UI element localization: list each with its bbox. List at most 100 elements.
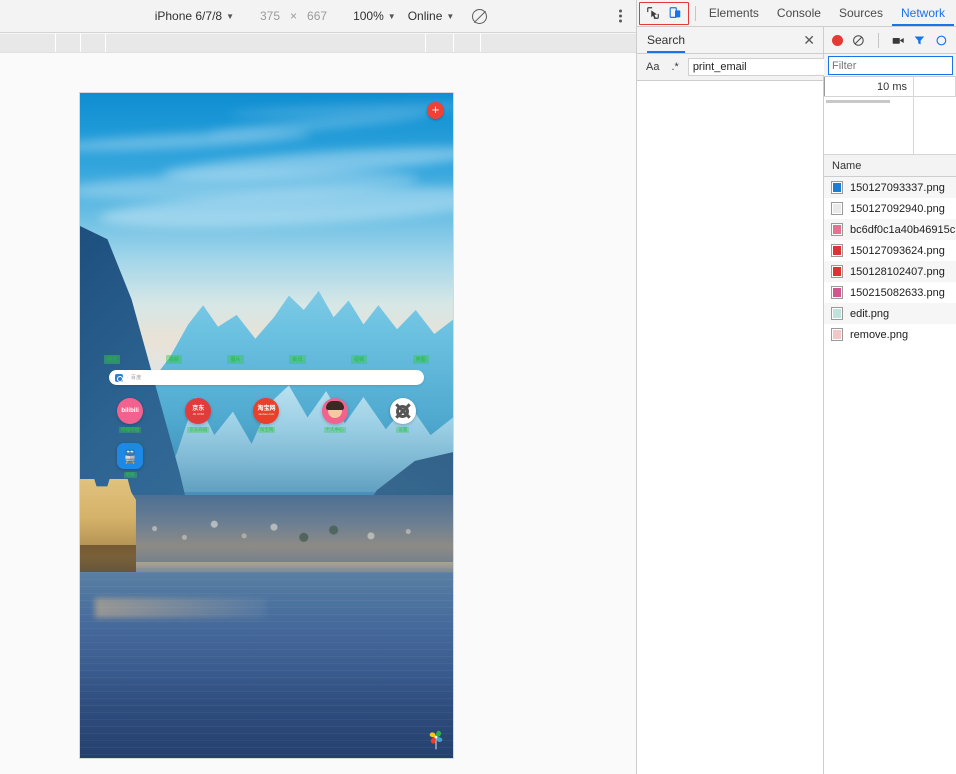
- ruler-tick: [80, 33, 81, 52]
- app-shortcut-grid: bilibili 哔哩哔哩 京东 JD.COM 京东商城 淘宝网 taobao.…: [96, 398, 437, 478]
- tab-console[interactable]: Console: [768, 0, 830, 26]
- devtools-window: iPhone 6/7/8 ▼ 375 × 667 100% ▼ Online ▼: [0, 0, 956, 774]
- kebab-dot: [619, 14, 622, 18]
- app-shortcut-label: 哔哩哔哩: [119, 427, 142, 433]
- zoom-selector-label: 100%: [353, 9, 384, 23]
- add-shortcut-button[interactable]: +: [427, 102, 444, 119]
- request-name: 150127092940.png: [850, 202, 945, 215]
- table-row[interactable]: 150128102407.png: [824, 261, 956, 282]
- request-name: edit.png: [850, 307, 890, 320]
- filter-funnel-icon[interactable]: [913, 33, 926, 48]
- device-selector[interactable]: iPhone 6/7/8 ▼: [149, 7, 240, 25]
- overview-time-label: 10 ms: [824, 77, 914, 96]
- app-shortcut-taobao[interactable]: 淘宝网 taobao.com 淘宝网: [232, 398, 300, 433]
- app-shortcut-metro[interactable]: 🚆 地铁: [96, 443, 164, 478]
- clear-network-icon[interactable]: [852, 33, 865, 48]
- network-request-list[interactable]: 150127093337.png 150127092940.png bc6df0…: [824, 177, 956, 774]
- timeline-right-region: [914, 97, 956, 154]
- search-panel: Search ✕ Aa .*: [637, 27, 883, 774]
- table-row[interactable]: 150127093624.png: [824, 240, 956, 261]
- bilibili-icon: bilibili: [117, 398, 144, 424]
- network-filter-input[interactable]: [828, 56, 953, 75]
- taobao-icon-text: 淘宝网 taobao.com: [257, 406, 275, 416]
- viewport-area: + 网页 视频 图片 资讯 视频 地图 · 百度 bilibili 哔哩哔哩 京…: [0, 53, 636, 774]
- app-shortcut-label: 京东商城: [187, 427, 210, 433]
- app-shortcut-label: 淘宝网: [257, 427, 276, 433]
- category-chip[interactable]: 视频: [165, 355, 183, 364]
- tab-search[interactable]: Search: [647, 27, 686, 53]
- category-chip[interactable]: 地图: [412, 355, 429, 364]
- request-name: 150127093337.png: [850, 181, 945, 194]
- search-query-input[interactable]: [687, 58, 840, 76]
- regex-button[interactable]: .*: [668, 60, 681, 74]
- rotate-icon[interactable]: [472, 8, 488, 24]
- ruler-tick: [105, 33, 106, 52]
- category-chip[interactable]: 资讯: [289, 355, 306, 364]
- app-shortcut-jd[interactable]: 京东 JD.COM 京东商城: [164, 398, 232, 433]
- inspect-toolbar-group: [639, 1, 689, 25]
- devtools-split: Search ✕ Aa .* print_email Filter 10 ms …: [637, 27, 956, 774]
- viewport-width-input[interactable]: 375: [254, 7, 286, 25]
- app-shortcut-profile[interactable]: 个人中心: [301, 398, 369, 433]
- chevron-down-icon: ▼: [446, 12, 455, 21]
- tab-sources[interactable]: Sources: [830, 0, 892, 26]
- app-shortcut-label: 地铁: [123, 472, 137, 478]
- resource-thumbnail-icon: [831, 202, 843, 215]
- resource-thumbnail-icon: [831, 265, 843, 278]
- timeline-activity-bar: [826, 100, 890, 103]
- avatar-face-icon: [325, 401, 344, 418]
- search-results-list[interactable]: [637, 81, 823, 774]
- device-toolbar-controls: iPhone 6/7/8 ▼ 375 × 667 100% ▼ Online ▼: [149, 7, 488, 25]
- category-chip[interactable]: 视频: [350, 355, 368, 364]
- app-shortcut-label: 个人中心: [323, 427, 346, 433]
- jd-icon: 京东 JD.COM: [185, 398, 212, 424]
- request-name: 150127093624.png: [850, 244, 945, 257]
- record-button-icon[interactable]: [832, 34, 843, 46]
- table-row[interactable]: 150127093337.png: [824, 177, 956, 198]
- device-viewport[interactable]: + 网页 视频 图片 资讯 视频 地图 · 百度 bilibili 哔哩哔哩 京…: [79, 92, 454, 759]
- inspect-element-icon[interactable]: [643, 4, 663, 23]
- device-emulation-pane: iPhone 6/7/8 ▼ 375 × 667 100% ▼ Online ▼: [0, 0, 637, 774]
- avatar: [321, 398, 348, 424]
- table-row[interactable]: remove.png: [824, 324, 956, 345]
- overview-time-cell: [914, 77, 956, 96]
- viewport-ruler[interactable]: [0, 33, 636, 53]
- taobao-icon-main: 淘宝网: [257, 405, 276, 412]
- chevron-down-icon: ▼: [387, 12, 396, 21]
- table-row[interactable]: edit.png: [824, 303, 956, 324]
- tab-network[interactable]: Network: [891, 0, 954, 26]
- devtools-tabbar: Elements Console Sources Network: [637, 0, 956, 27]
- viewport-height-input[interactable]: 667: [301, 7, 333, 25]
- table-row[interactable]: 150127092940.png: [824, 198, 956, 219]
- category-chip[interactable]: 图片: [227, 355, 244, 364]
- network-column-header[interactable]: Name: [824, 155, 956, 177]
- more-options-icon[interactable]: [615, 6, 626, 27]
- network-timeline[interactable]: [824, 97, 956, 155]
- close-icon[interactable]: ✕: [795, 33, 823, 47]
- metro-icon: 🚆: [117, 443, 144, 469]
- search-input[interactable]: · 百度: [109, 370, 424, 385]
- toggle-device-toolbar-icon[interactable]: [665, 4, 685, 23]
- zoom-selector[interactable]: 100% ▼: [347, 7, 402, 25]
- resource-thumbnail-icon: [831, 307, 843, 320]
- request-name: 150128102407.png: [850, 265, 945, 278]
- table-row[interactable]: bc6df0c1a40b46915c: [824, 219, 956, 240]
- table-row[interactable]: 150215082633.png: [824, 282, 956, 303]
- category-chip[interactable]: 网页: [104, 355, 121, 364]
- search-panel-tabbar: Search ✕: [637, 27, 823, 54]
- app-shortcut-settings[interactable]: 设置: [369, 398, 437, 433]
- pinwheel-logo-icon[interactable]: [427, 728, 445, 750]
- gear-icon[interactable]: [935, 33, 948, 48]
- tab-elements[interactable]: Elements: [700, 0, 768, 26]
- ruler-tick: [480, 33, 481, 52]
- ruler-tick: [55, 33, 56, 52]
- resource-thumbnail-icon: [831, 244, 843, 257]
- throttling-selector[interactable]: Online ▼: [402, 7, 461, 25]
- camera-icon[interactable]: [892, 34, 905, 47]
- devtools-pane: Elements Console Sources Network Search …: [637, 0, 956, 774]
- app-shortcut-bilibili[interactable]: bilibili 哔哩哔哩: [96, 398, 164, 433]
- gear-shape: [396, 404, 410, 418]
- match-case-button[interactable]: Aa: [643, 60, 662, 74]
- lake-reflection: [94, 598, 267, 619]
- network-filter-row: [824, 54, 956, 77]
